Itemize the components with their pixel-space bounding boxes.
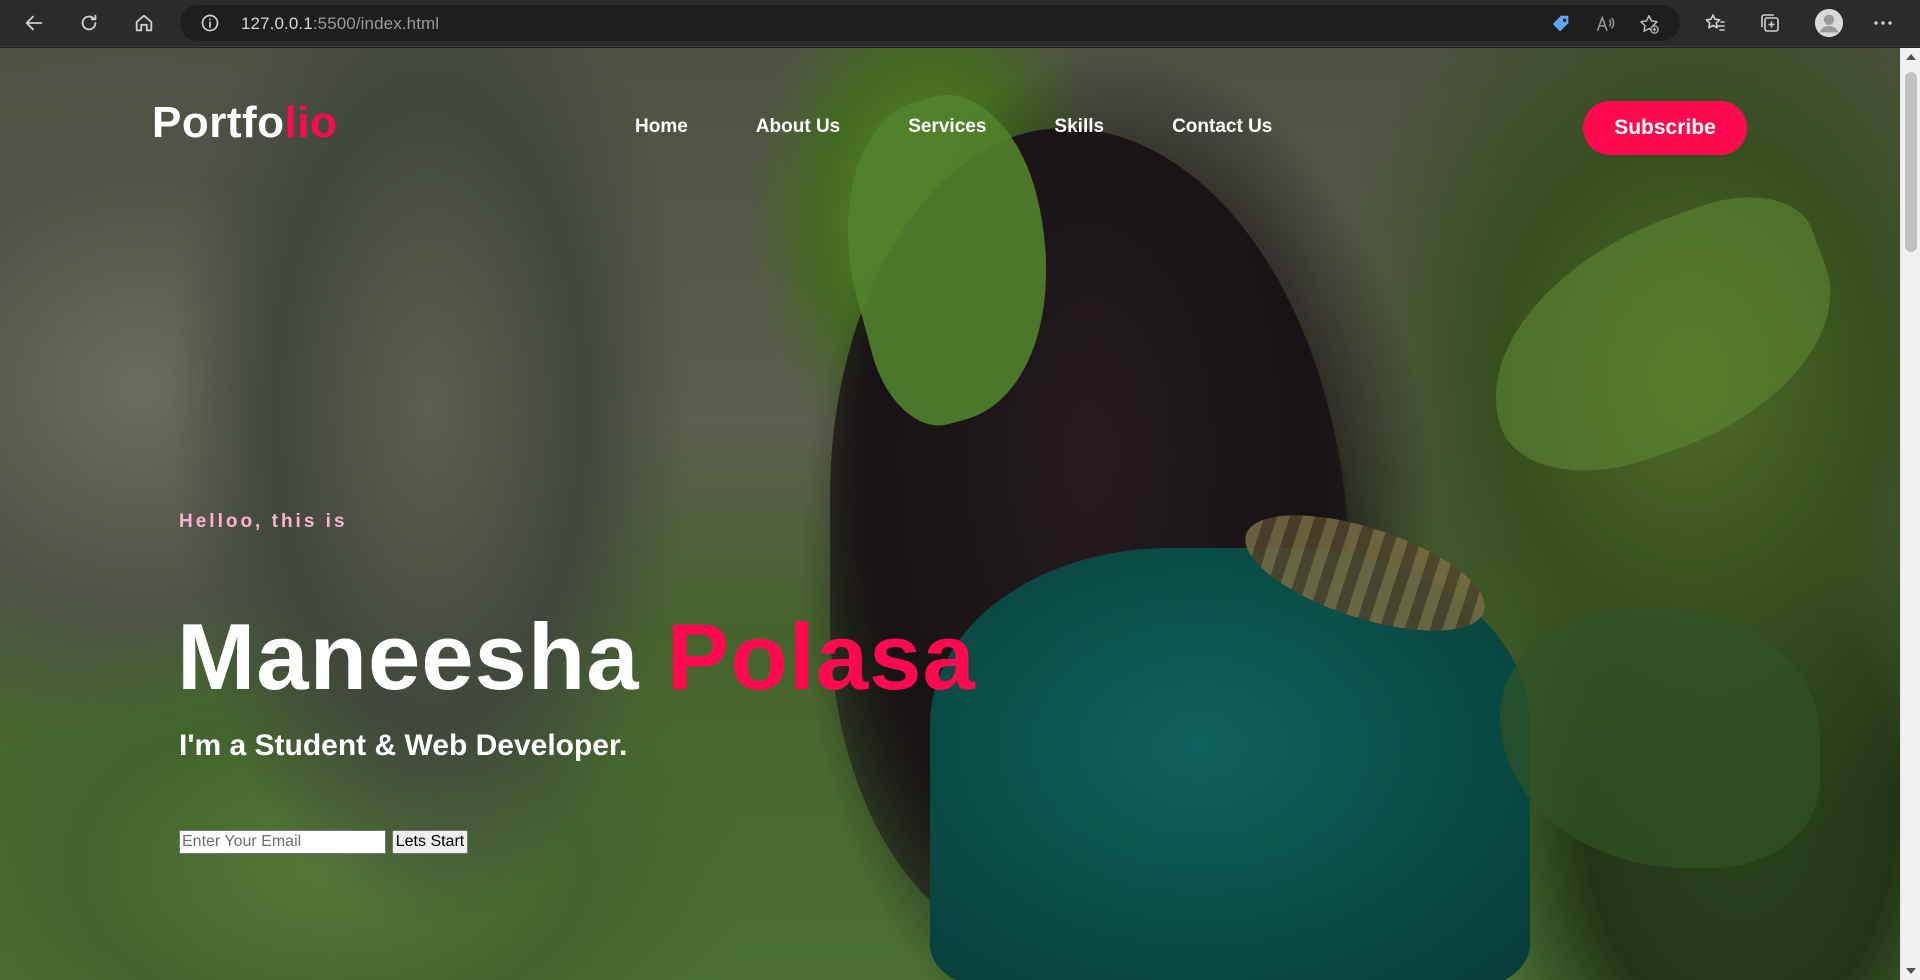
hero-greeting: Helloo, this is xyxy=(179,511,348,532)
home-button[interactable] xyxy=(126,6,162,40)
page-viewport: Portfolio Home About Us Services Skills … xyxy=(0,48,1900,980)
tag-icon[interactable] xyxy=(1550,13,1572,35)
nav-home[interactable]: Home xyxy=(635,116,688,138)
nav-about-us[interactable]: About Us xyxy=(756,116,840,138)
hero-tagline: I'm a Student & Web Developer. xyxy=(179,729,628,762)
profile-button[interactable] xyxy=(1813,7,1845,39)
main-nav: Home About Us Services Skills Contact Us xyxy=(635,116,1340,138)
scroll-up-arrow-icon[interactable] xyxy=(1906,54,1916,60)
info-icon[interactable] xyxy=(200,13,220,33)
url-text[interactable]: 127.0.0.1:5500/index.html xyxy=(241,14,439,34)
back-button[interactable] xyxy=(16,6,52,40)
read-aloud-icon[interactable] xyxy=(1594,13,1616,35)
collections-icon xyxy=(1761,14,1779,32)
email-input[interactable] xyxy=(179,830,386,854)
favorites-icon xyxy=(1705,14,1725,31)
lets-start-button[interactable]: Lets Start xyxy=(392,830,468,854)
nav-contact-us[interactable]: Contact Us xyxy=(1172,116,1272,138)
add-favorite-icon[interactable] xyxy=(1638,13,1660,35)
profile-icon xyxy=(1814,8,1844,38)
url-host: 127.0.0.1 xyxy=(241,14,313,33)
hero-first-name: Maneesha xyxy=(177,604,667,709)
scroll-down-arrow-icon[interactable] xyxy=(1906,968,1916,974)
nav-skills[interactable]: Skills xyxy=(1054,116,1104,138)
url-path: :5500/index.html xyxy=(312,14,440,33)
more-button[interactable] xyxy=(1870,10,1896,36)
more-icon xyxy=(1874,21,1892,25)
home-icon xyxy=(135,14,153,32)
browser-toolbar: 127.0.0.1:5500/index.html xyxy=(0,0,1920,47)
favorites-button[interactable] xyxy=(1702,10,1728,36)
page-scrollbar[interactable] xyxy=(1900,48,1920,980)
logo-main: Portfo xyxy=(152,98,285,147)
address-bar[interactable]: 127.0.0.1:5500/index.html xyxy=(180,5,1680,41)
collections-button[interactable] xyxy=(1757,10,1783,36)
refresh-icon xyxy=(81,14,97,31)
refresh-button[interactable] xyxy=(71,6,107,40)
hero-last-name: Polasa xyxy=(666,604,976,709)
hero-name: Maneesha Polasa xyxy=(177,603,976,711)
nav-services[interactable]: Services xyxy=(908,116,986,138)
scrollbar-thumb[interactable] xyxy=(1905,72,1917,252)
logo-accent: lio xyxy=(284,98,338,147)
site-logo[interactable]: Portfolio xyxy=(152,98,337,148)
subscribe-button[interactable]: Subscribe xyxy=(1583,101,1747,155)
back-icon xyxy=(25,15,43,31)
